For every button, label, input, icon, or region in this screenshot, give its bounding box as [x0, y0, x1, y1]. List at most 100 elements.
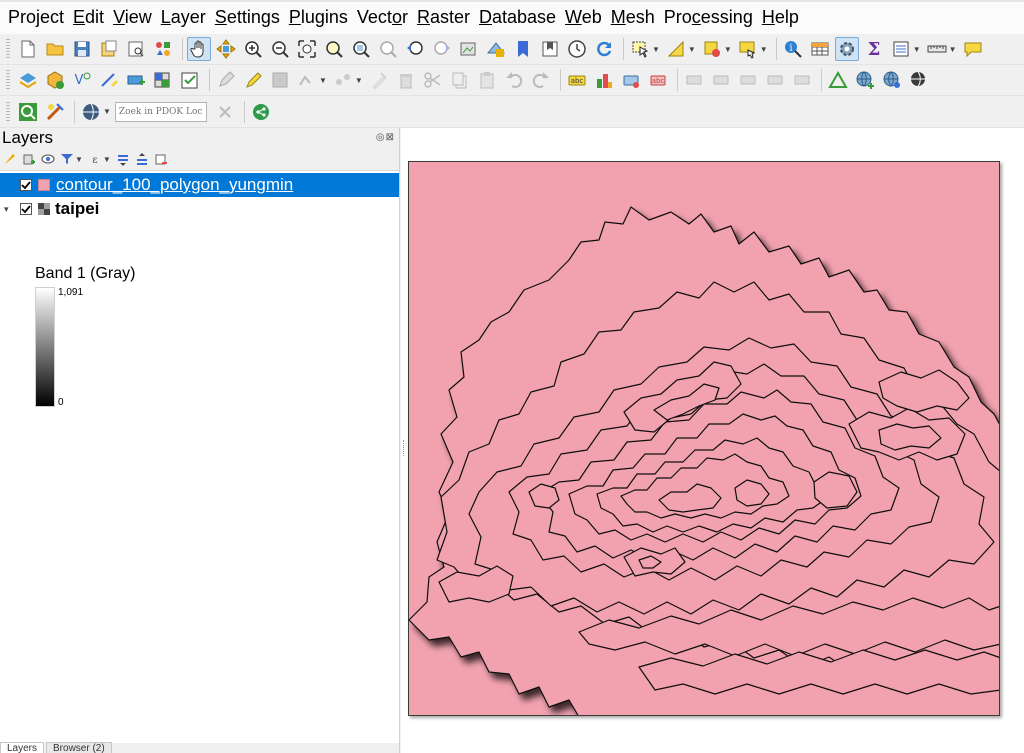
- pin-labels-button[interactable]: [619, 68, 643, 92]
- zoom-to-layer-button[interactable]: [349, 37, 373, 61]
- pdok-locator-button[interactable]: [79, 100, 103, 124]
- add-delimited-text-button[interactable]: [178, 68, 202, 92]
- print-layout-button[interactable]: [124, 37, 148, 61]
- panel-splitter-handle[interactable]: [403, 440, 405, 456]
- filter-legend-button[interactable]: [59, 151, 75, 167]
- undo-button[interactable]: [502, 68, 526, 92]
- select-features-button[interactable]: [628, 37, 652, 61]
- expand-all-button[interactable]: [115, 151, 131, 167]
- data-source-manager-button[interactable]: [16, 68, 40, 92]
- tab-layers[interactable]: Layers: [0, 742, 45, 753]
- add-wfs-button[interactable]: [880, 68, 904, 92]
- save-as-button[interactable]: [97, 37, 121, 61]
- menu-web[interactable]: Web: [561, 0, 606, 34]
- digitize-line-button[interactable]: [97, 68, 121, 92]
- rotate-label-button[interactable]: [709, 68, 733, 92]
- change-label-button[interactable]: [736, 68, 760, 92]
- zoom-next-button[interactable]: [430, 37, 454, 61]
- menu-help[interactable]: Help: [758, 0, 803, 34]
- open-styling-panel-button[interactable]: [2, 151, 18, 167]
- dropdown-arrow-icon[interactable]: ▼: [688, 45, 696, 54]
- tab-browser[interactable]: Browser (2): [46, 742, 112, 753]
- open-project-button[interactable]: [43, 37, 67, 61]
- zoom-native-button[interactable]: [376, 37, 400, 61]
- map-tips-button[interactable]: [961, 37, 985, 61]
- map-canvas[interactable]: [401, 128, 1024, 753]
- layer-row-contour[interactable]: contour_100_polygon_yungmin: [0, 173, 399, 197]
- save-project-button[interactable]: [70, 37, 94, 61]
- menu-vector[interactable]: Vector: [353, 0, 412, 34]
- panel-float-close-buttons[interactable]: ◎⊠: [376, 132, 395, 143]
- save-edits-button[interactable]: [268, 68, 292, 92]
- select-location-button[interactable]: [736, 37, 760, 61]
- zoom-full-button[interactable]: [295, 37, 319, 61]
- add-vector-layer-button[interactable]: [124, 68, 148, 92]
- dropdown-arrow-icon[interactable]: ▼: [760, 45, 768, 54]
- collapse-all-button[interactable]: [134, 151, 150, 167]
- zoom-in-button[interactable]: [241, 37, 265, 61]
- new-3d-view-button[interactable]: [484, 37, 508, 61]
- menu-project[interactable]: Project: [4, 0, 68, 34]
- label-properties-button[interactable]: [763, 68, 787, 92]
- profile-tool-button[interactable]: [826, 68, 850, 92]
- temporal-controller-button[interactable]: [565, 37, 589, 61]
- dropdown-arrow-icon[interactable]: ▼: [949, 45, 957, 54]
- clear-search-button[interactable]: [213, 100, 237, 124]
- redo-button[interactable]: [529, 68, 553, 92]
- toggle-editing-button[interactable]: [214, 68, 238, 92]
- select-by-value-button[interactable]: [664, 37, 688, 61]
- toolbar-grip[interactable]: [6, 39, 10, 59]
- layer-labeling-button[interactable]: abc: [565, 68, 589, 92]
- new-project-button[interactable]: [16, 37, 40, 61]
- zoom-to-selection-button[interactable]: [322, 37, 346, 61]
- menu-view[interactable]: View: [109, 0, 156, 34]
- layer-visibility-checkbox[interactable]: [20, 179, 32, 191]
- zoom-last-button[interactable]: [403, 37, 427, 61]
- open-attribute-table-button[interactable]: [808, 37, 832, 61]
- add-group-button[interactable]: [21, 151, 37, 167]
- show-bookmarks-button[interactable]: [538, 37, 562, 61]
- remove-layer-button[interactable]: [153, 151, 169, 167]
- pdok-search-input[interactable]: [114, 101, 207, 122]
- menu-database[interactable]: Database: [475, 0, 560, 34]
- deselect-features-button[interactable]: [700, 37, 724, 61]
- dropdown-arrow-icon[interactable]: ▼: [75, 155, 83, 164]
- layer-row-taipei[interactable]: ▾ taipei: [0, 197, 399, 221]
- dropdown-arrow-icon[interactable]: ▼: [652, 45, 660, 54]
- unpin-label-button[interactable]: [790, 68, 814, 92]
- zoom-out-button[interactable]: [268, 37, 292, 61]
- move-label-button[interactable]: [682, 68, 706, 92]
- layer-visibility-checkbox[interactable]: [20, 203, 32, 215]
- paste-features-button[interactable]: [475, 68, 499, 92]
- menu-processing[interactable]: Processing: [660, 0, 757, 34]
- dropdown-arrow-icon[interactable]: ▼: [103, 155, 111, 164]
- dropdown-arrow-icon[interactable]: ▼: [319, 76, 327, 85]
- measure-line-button[interactable]: [925, 37, 949, 61]
- new-virtual-layer-button[interactable]: V: [70, 68, 94, 92]
- identify-features-button[interactable]: i: [781, 37, 805, 61]
- new-bookmark-button[interactable]: [511, 37, 535, 61]
- toolbar-grip[interactable]: [6, 70, 10, 90]
- menu-edit[interactable]: Edit: [69, 0, 108, 34]
- new-map-view-button[interactable]: [457, 37, 481, 61]
- expand-chevron-icon[interactable]: ▾: [4, 204, 16, 215]
- statistical-summary-button[interactable]: Σ: [862, 37, 886, 61]
- cut-features-button[interactable]: [421, 68, 445, 92]
- geocoder-button[interactable]: [43, 100, 67, 124]
- dropdown-arrow-icon[interactable]: ▼: [724, 45, 732, 54]
- delete-selected-button[interactable]: [394, 68, 418, 92]
- layer-diagram-button[interactable]: [592, 68, 616, 92]
- toolbox-button[interactable]: [834, 37, 859, 61]
- filter-expression-button[interactable]: ε: [87, 151, 103, 167]
- menu-layer[interactable]: Layer: [157, 0, 210, 34]
- table-view-button[interactable]: [889, 37, 913, 61]
- menu-plugins[interactable]: Plugins: [285, 0, 352, 34]
- map-view[interactable]: [408, 161, 1000, 716]
- style-manager-button[interactable]: [151, 37, 175, 61]
- add-wms-button[interactable]: [853, 68, 877, 92]
- add-raster-layer-button[interactable]: [151, 68, 175, 92]
- current-edits-button[interactable]: [241, 68, 265, 92]
- menu-mesh[interactable]: Mesh: [607, 0, 659, 34]
- quick-search-button[interactable]: [16, 100, 40, 124]
- menu-raster[interactable]: Raster: [413, 0, 474, 34]
